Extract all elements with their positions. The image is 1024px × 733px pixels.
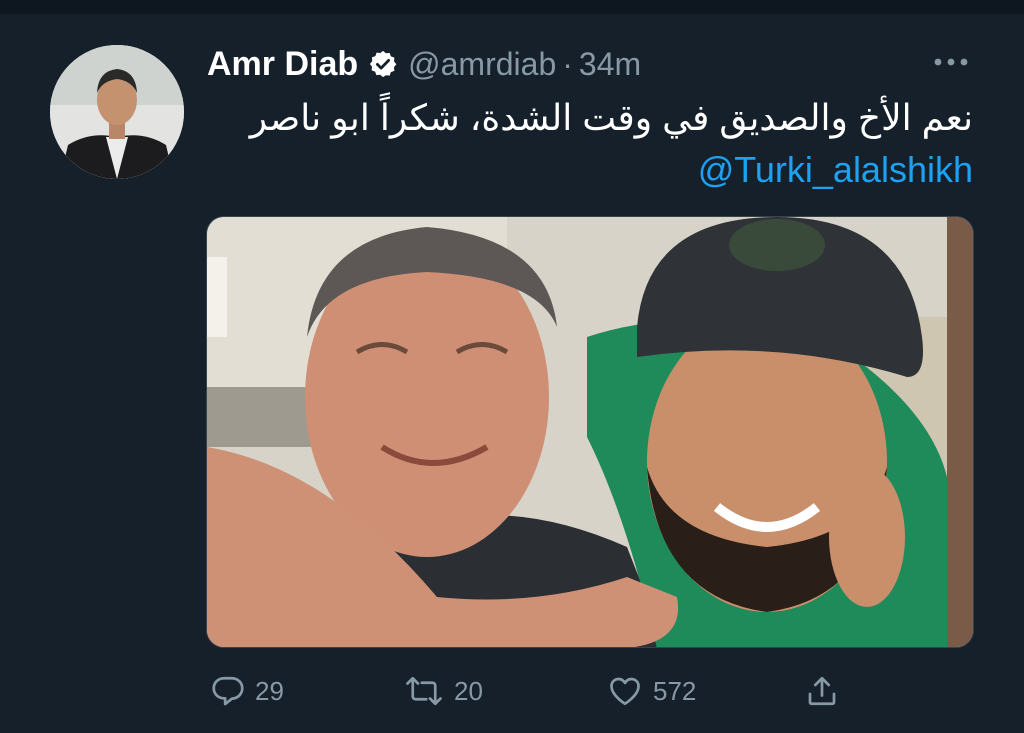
heart-icon [610,677,640,706]
retweet-arrows-icon [406,676,442,706]
verified-badge-icon [368,49,398,79]
share-upload-icon [808,676,836,706]
avatar[interactable] [50,45,184,179]
mention-link[interactable]: @Turki_alalshikh [698,148,973,192]
share-button[interactable] [804,669,840,713]
reply-button[interactable]: 29 [209,669,284,713]
tweet-timestamp[interactable]: 34m [579,46,641,83]
reply-count: 29 [255,675,284,706]
more-horizontal-icon [934,58,968,66]
tweet-card: Amr Diab @amrdiab · 34m نعم الأخ والصديق… [0,14,1024,733]
header-separator: · [562,45,573,82]
author-name[interactable]: Amr Diab [207,45,358,84]
action-bar: 29 20 572 [206,669,866,713]
speech-bubble-icon [212,676,244,706]
like-count: 572 [653,675,697,706]
tweet-header: Amr Diab @amrdiab · 34m [207,42,641,86]
author-handle[interactable]: @amrdiab [408,46,556,83]
retweet-count: 20 [454,675,483,706]
tweet-photo[interactable] [206,216,974,648]
tweet-text: نعم الأخ والصديق في وقت الشدة، شكراً ابو… [249,97,973,138]
like-button[interactable]: 572 [605,669,696,713]
retweet-button[interactable]: 20 [402,669,483,713]
status-bar-strip [0,0,1024,14]
more-options-button[interactable] [929,50,973,74]
